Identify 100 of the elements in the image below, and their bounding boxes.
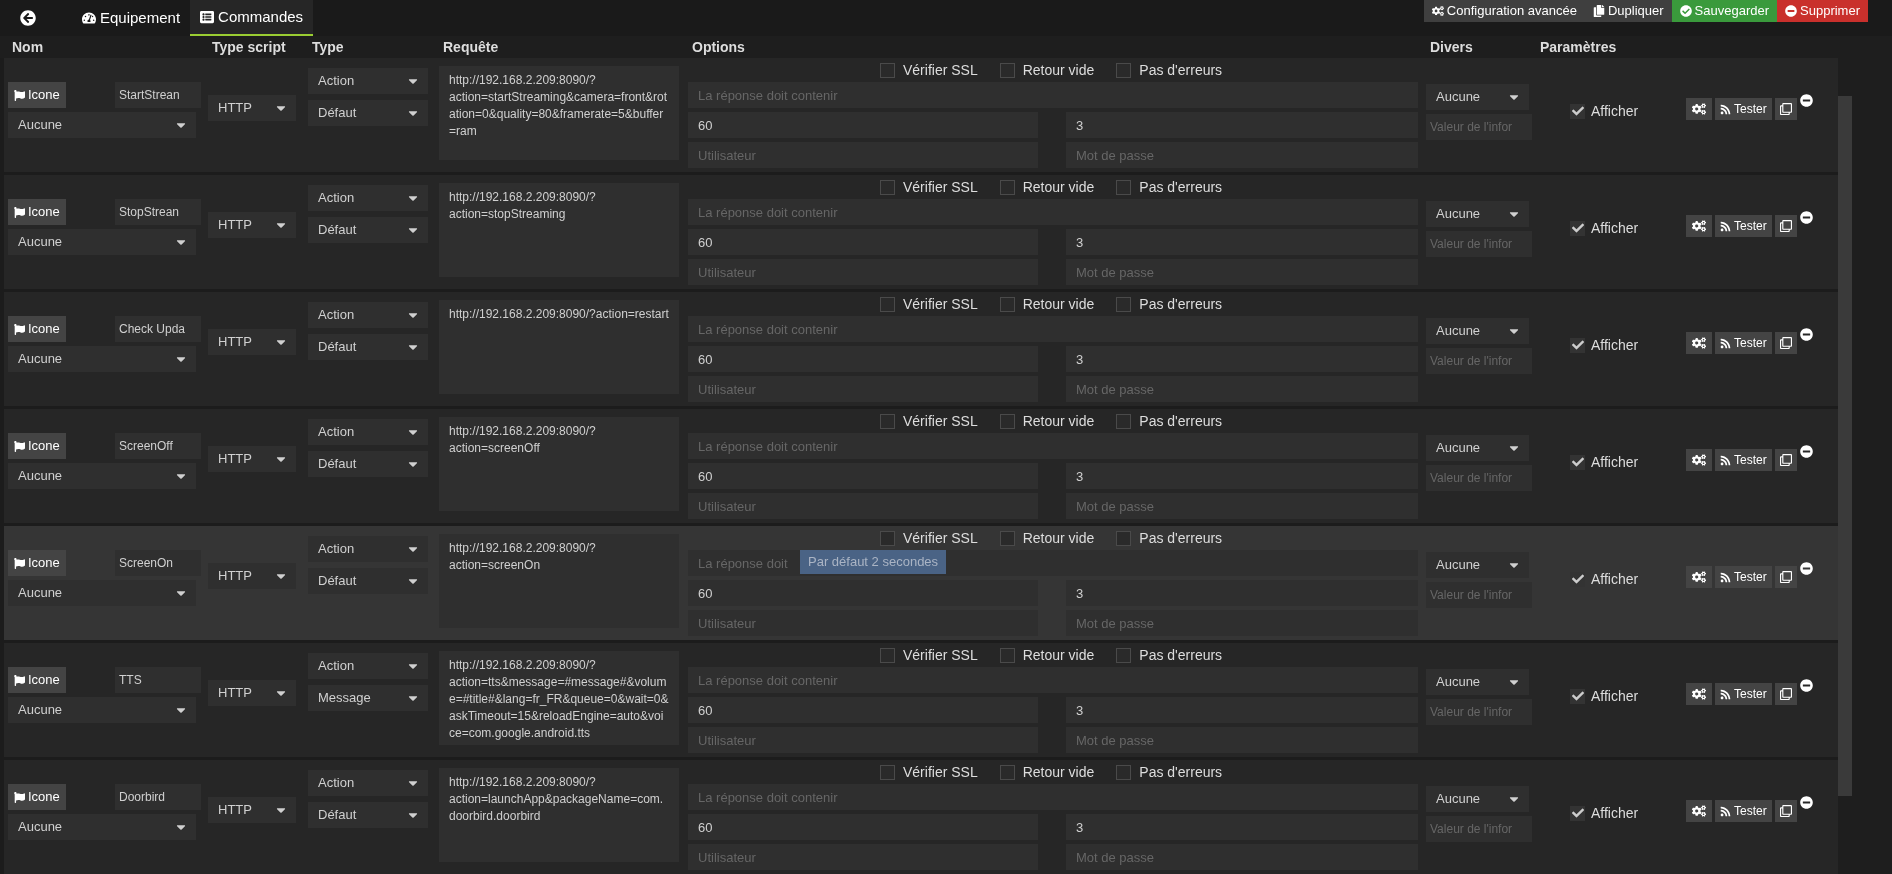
dropdown[interactable]: HTTP [208, 212, 296, 238]
checkbox[interactable] [880, 764, 895, 780]
input-field[interactable]: 60 [688, 463, 1038, 489]
checkbox[interactable] [1116, 764, 1132, 780]
settings-button[interactable] [1686, 566, 1712, 588]
input-field[interactable]: TTS [115, 667, 201, 693]
input-field[interactable]: 3 [1066, 697, 1418, 723]
dropdown[interactable]: Aucune [8, 346, 196, 372]
checkbox[interactable] [880, 647, 895, 663]
action-button[interactable]: Configuration avancée [1423, 0, 1585, 22]
settings-button[interactable] [1686, 215, 1712, 237]
dropdown[interactable]: Action [308, 68, 428, 94]
input-field[interactable]: 3 [1066, 580, 1418, 606]
duplicate-button[interactable] [1774, 332, 1797, 354]
input-field[interactable]: 60 [688, 346, 1038, 372]
duplicate-button[interactable] [1774, 98, 1797, 120]
dropdown[interactable]: HTTP [208, 329, 296, 355]
checkbox[interactable] [1116, 413, 1132, 429]
input-field[interactable]: 3 [1066, 346, 1418, 372]
dropdown[interactable]: Aucune [1426, 84, 1529, 110]
dropdown[interactable]: Défaut [308, 100, 428, 126]
dropdown[interactable]: Aucune [8, 697, 196, 723]
checkbox[interactable] [880, 62, 895, 78]
dropdown[interactable]: Action [308, 653, 428, 679]
duplicate-button[interactable] [1774, 683, 1797, 705]
remove-icon[interactable] [1799, 328, 1813, 341]
checkbox[interactable] [1116, 179, 1132, 195]
checkbox[interactable] [1116, 647, 1132, 663]
checkbox[interactable] [880, 413, 895, 429]
tab[interactable]: Equipement [72, 0, 191, 36]
input-field[interactable]: 3 [1066, 229, 1418, 255]
input-field[interactable]: 3 [1066, 814, 1418, 840]
dropdown[interactable]: Aucune [1426, 669, 1529, 695]
action-button[interactable]: Supprimer [1777, 0, 1868, 22]
icon-button[interactable]: Icone [8, 82, 66, 108]
remove-icon[interactable] [1799, 94, 1813, 107]
request-textarea[interactable]: http://192.168.2.209:8090/?action=restart [439, 300, 679, 394]
checkbox[interactable] [1116, 530, 1132, 546]
checkbox[interactable] [1570, 220, 1585, 236]
duplicate-button[interactable] [1774, 800, 1797, 822]
input-field[interactable]: 60 [688, 229, 1038, 255]
dropdown[interactable]: Défaut [308, 451, 428, 477]
icon-button[interactable]: Icone [8, 199, 66, 225]
dropdown[interactable]: Action [308, 185, 428, 211]
checkbox[interactable] [1570, 805, 1585, 821]
input-field[interactable]: ScreenOff [115, 433, 201, 459]
icon-button[interactable]: Icone [8, 550, 66, 576]
dropdown[interactable]: Aucune [1426, 201, 1529, 227]
dropdown[interactable]: HTTP [208, 563, 296, 589]
dropdown[interactable]: Défaut [308, 217, 428, 243]
dropdown[interactable]: Aucune [1426, 435, 1529, 461]
input-field[interactable]: 60 [688, 697, 1038, 723]
checkbox[interactable] [999, 764, 1015, 780]
dropdown[interactable]: HTTP [208, 797, 296, 823]
input-field[interactable]: 3 [1066, 463, 1418, 489]
request-textarea[interactable]: http://192.168.2.209:8090/?action=screenOn [439, 534, 679, 628]
dropdown[interactable]: Aucune [1426, 552, 1529, 578]
checkbox[interactable] [880, 296, 895, 312]
request-textarea[interactable]: http://192.168.2.209:8090/?action=startStreaming&camera=front&rotation=0&quality=80&framerate=5&buffer=ram [439, 66, 679, 160]
request-textarea[interactable]: http://192.168.2.209:8090/?action=stopStreaming [439, 183, 679, 277]
tab[interactable]: Commandes [190, 0, 314, 36]
checkbox[interactable] [1116, 296, 1132, 312]
dropdown[interactable]: HTTP [208, 446, 296, 472]
checkbox[interactable] [880, 179, 895, 195]
input-field[interactable]: 60 [688, 112, 1038, 138]
test-button[interactable]: Tester [1715, 332, 1772, 354]
icon-button[interactable]: Icone [8, 433, 66, 459]
remove-icon[interactable] [1799, 796, 1813, 809]
input-field[interactable]: Doorbird [115, 784, 201, 810]
action-button[interactable]: Sauvegarder [1671, 0, 1778, 22]
checkbox[interactable] [1116, 62, 1132, 78]
icon-button[interactable]: Icone [8, 784, 66, 810]
request-textarea[interactable]: http://192.168.2.209:8090/?action=screenOff [439, 417, 679, 511]
dropdown[interactable]: HTTP [208, 95, 296, 121]
icon-button[interactable]: Icone [8, 667, 66, 693]
settings-button[interactable] [1686, 332, 1712, 354]
dropdown[interactable]: Défaut [308, 568, 428, 594]
test-button[interactable]: Tester [1715, 683, 1772, 705]
input-field[interactable]: ScreenOn [115, 550, 201, 576]
checkbox[interactable] [999, 413, 1015, 429]
remove-icon[interactable] [1799, 562, 1813, 575]
test-button[interactable]: Tester [1715, 566, 1772, 588]
icon-button[interactable]: Icone [8, 316, 66, 342]
settings-button[interactable] [1686, 800, 1712, 822]
dropdown[interactable]: Défaut [308, 802, 428, 828]
remove-icon[interactable] [1799, 211, 1813, 224]
test-button[interactable]: Tester [1715, 215, 1772, 237]
checkbox[interactable] [1570, 454, 1585, 470]
checkbox[interactable] [999, 179, 1015, 195]
duplicate-button[interactable] [1774, 215, 1797, 237]
settings-button[interactable] [1686, 98, 1712, 120]
dropdown[interactable]: Message [308, 685, 428, 711]
action-button[interactable]: Dupliquer [1584, 0, 1672, 22]
test-button[interactable]: Tester [1715, 449, 1772, 471]
checkbox[interactable] [999, 62, 1015, 78]
test-button[interactable]: Tester [1715, 800, 1772, 822]
input-field[interactable]: StopStrean [115, 199, 201, 225]
dropdown[interactable]: Action [308, 302, 428, 328]
remove-icon[interactable] [1799, 679, 1813, 692]
dropdown[interactable]: Action [308, 419, 428, 445]
